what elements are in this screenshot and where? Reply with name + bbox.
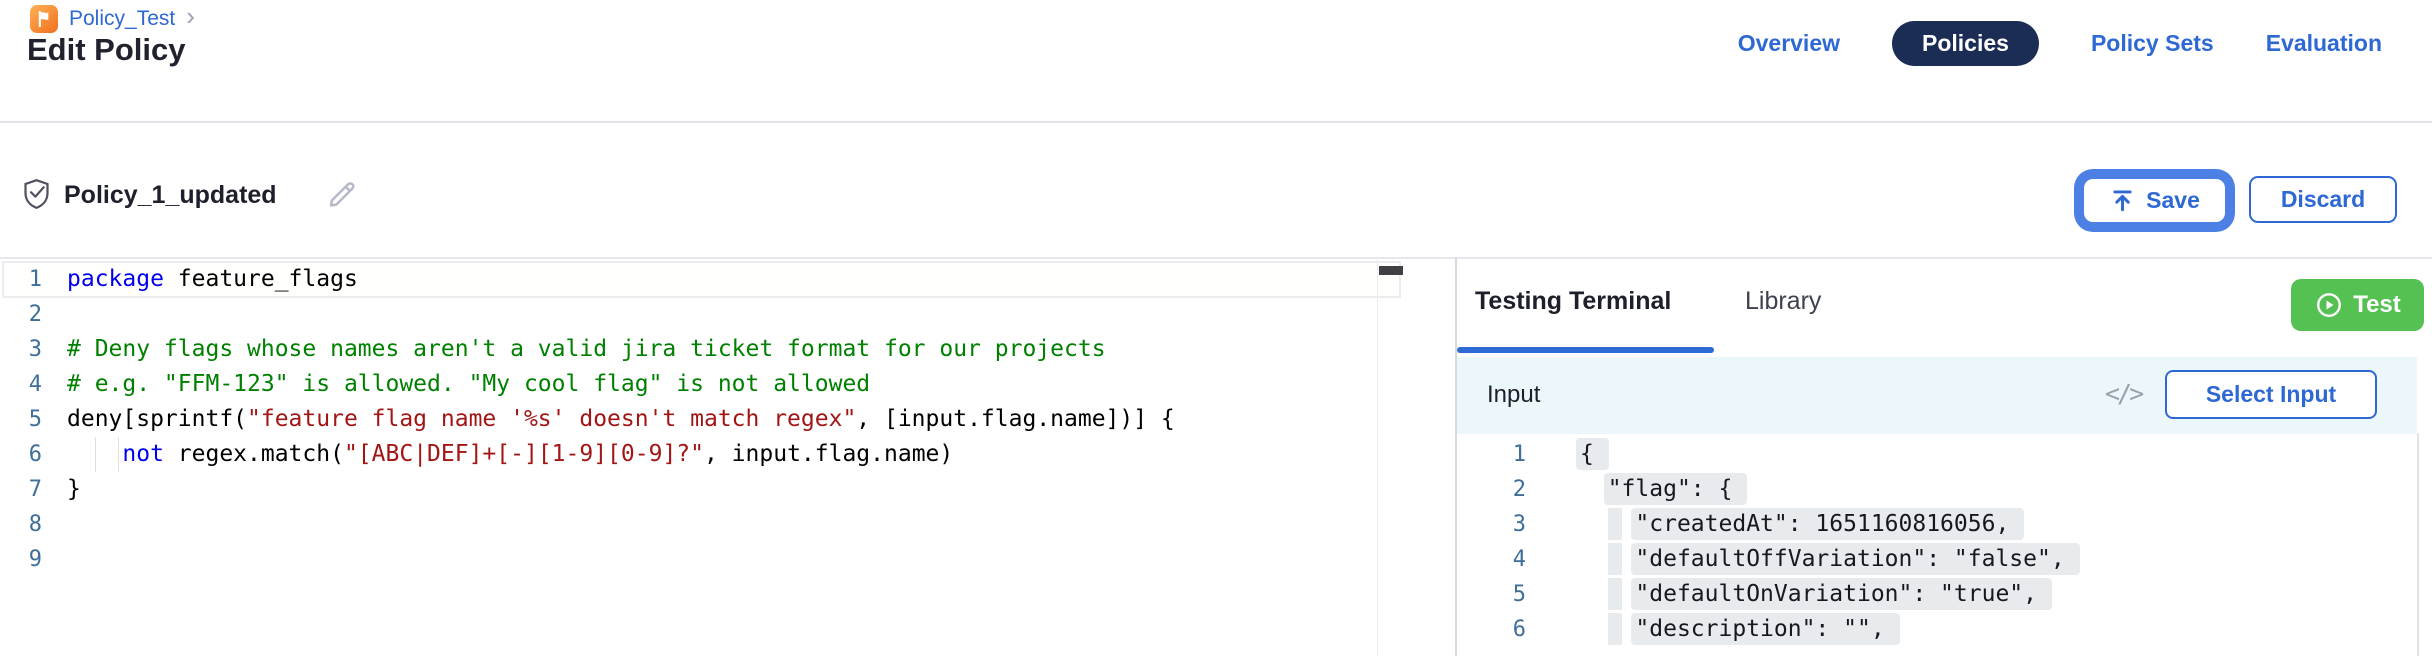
json-line[interactable]: "defaultOffVariation": "false", [1580, 542, 2080, 577]
json-line[interactable]: "createdAt": 1651160816056, [1580, 507, 2080, 542]
line-number: 2 [0, 297, 42, 332]
code-line[interactable] [67, 297, 1175, 332]
code-view-icon[interactable]: </> [2105, 379, 2141, 408]
json-line[interactable]: "flag": { [1580, 472, 2080, 507]
json-line-highlight: "createdAt": 1651160816056, [1631, 508, 2024, 540]
line-number: 9 [0, 542, 42, 577]
line-number: 4 [1456, 542, 1526, 577]
json-line[interactable]: "defaultOnVariation": "true", [1580, 577, 2080, 612]
line-number: 5 [0, 402, 42, 437]
code-segment-plain: feature_flags [164, 266, 358, 292]
editor-scrollbar-track [1377, 258, 1378, 656]
save-button-label: Save [2146, 187, 2200, 214]
code-segment-string: "[ABC|DEF]+[-][1-9][0-9]?" [344, 441, 704, 467]
line-number: 6 [0, 437, 42, 472]
line-number: 8 [0, 507, 42, 542]
code-segment-comment: # Deny flags whose names aren't a valid … [67, 336, 1106, 362]
select-input-button[interactable]: Select Input [2165, 370, 2377, 419]
policy-shield-icon [20, 177, 53, 213]
json-line[interactable]: { [1580, 437, 2080, 472]
line-number: 2 [1456, 472, 1526, 507]
breadcrumb-chevron-icon: › [186, 1, 195, 32]
json-line-highlight: { [1576, 438, 1609, 470]
code-line[interactable] [67, 542, 1175, 577]
code-segment-comment: # e.g. "FFM-123" is allowed. "My cool fl… [67, 371, 870, 397]
json-line-highlight: "defaultOffVariation": "false", [1631, 543, 2079, 575]
indent-guide [95, 437, 96, 472]
edit-policy-page: Policy_Test › Edit Policy Overview Polici… [0, 0, 2432, 656]
line-number: 7 [0, 472, 42, 507]
module-nav: Overview Policies Policy Sets Evaluation [1738, 20, 2382, 66]
code-line[interactable]: package feature_flags [67, 262, 1175, 297]
code-line[interactable] [67, 507, 1175, 542]
discard-button[interactable]: Discard [2249, 176, 2397, 223]
line-number: 5 [1456, 577, 1526, 612]
editor-scrollbar-thumb[interactable] [1379, 266, 1403, 275]
indent-guide [1608, 508, 1622, 540]
nav-item-policy-sets[interactable]: Policy Sets [2091, 30, 2214, 57]
code-segment-keyword: package [67, 266, 164, 292]
json-line-highlight: "description": "", [1631, 613, 1899, 645]
code-editor-gutter: 123456789 [0, 262, 42, 577]
breadcrumb-project-link[interactable]: Policy_Test [69, 7, 175, 31]
json-line-highlight: "defaultOnVariation": "true", [1631, 578, 2052, 610]
line-number: 3 [0, 332, 42, 367]
json-line-highlight: "flag": { [1604, 473, 1748, 505]
input-section-header: Input </> Select Input [1457, 357, 2417, 434]
code-segment-plain: , input.flag.name) [704, 441, 953, 467]
json-line[interactable]: "description": "", [1580, 612, 2080, 647]
nav-item-overview[interactable]: Overview [1738, 30, 1840, 57]
page-title: Edit Policy [27, 32, 185, 68]
code-segment-plain: , [input.flag.name])] { [856, 406, 1175, 432]
test-button[interactable]: Test [2291, 279, 2424, 331]
save-button[interactable]: Save [2084, 179, 2225, 222]
code-segment-plain: regex.match( [164, 441, 344, 467]
edit-pencil-icon[interactable] [324, 177, 358, 211]
indent-guide [1608, 613, 1622, 645]
upload-icon [2109, 187, 2136, 214]
nav-item-evaluation[interactable]: Evaluation [2266, 30, 2382, 57]
code-line[interactable]: not regex.match("[ABC|DEF]+[-][1-9][0-9]… [67, 437, 1175, 472]
line-number: 6 [1456, 612, 1526, 647]
json-editor-right-border [2417, 433, 2419, 656]
code-segment-plain: deny[sprintf( [67, 406, 247, 432]
code-line[interactable]: # e.g. "FFM-123" is allowed. "My cool fl… [67, 367, 1175, 402]
line-number: 1 [0, 262, 42, 297]
code-segment-string: "feature flag name '%s' doesn't match re… [247, 406, 856, 432]
json-input-editor[interactable]: { "flag": { "createdAt": 1651160816056, … [1580, 437, 2080, 647]
indent-guide [118, 437, 119, 472]
code-segment-keyword: not [122, 441, 164, 467]
active-tab-underline [1457, 347, 1714, 353]
test-button-label: Test [2353, 291, 2401, 319]
line-number: 1 [1456, 437, 1526, 472]
line-number: 4 [0, 367, 42, 402]
editor-top-border [0, 257, 2432, 259]
tab-library[interactable]: Library [1745, 287, 1821, 316]
tab-testing-terminal[interactable]: Testing Terminal [1475, 287, 1671, 316]
code-line[interactable]: # Deny flags whose names aren't a valid … [67, 332, 1175, 367]
code-line[interactable]: deny[sprintf("feature flag name '%s' doe… [67, 402, 1175, 437]
nav-item-policies[interactable]: Policies [1892, 21, 2039, 66]
input-label: Input [1487, 381, 1540, 409]
line-number: 3 [1456, 507, 1526, 542]
feature-flags-logo-icon [30, 5, 58, 33]
header-divider [0, 121, 2432, 123]
code-editor[interactable]: package feature_flags # Deny flags whose … [67, 262, 1175, 577]
code-segment-plain: } [67, 476, 81, 502]
play-icon [2314, 290, 2344, 320]
indent-guide [1608, 578, 1622, 610]
policy-name: Policy_1_updated [64, 181, 277, 210]
breadcrumb: Policy_Test › [30, 5, 195, 33]
indent-guide [1608, 543, 1622, 575]
code-line[interactable]: } [67, 472, 1175, 507]
json-editor-gutter: 123456 [1456, 437, 1526, 647]
